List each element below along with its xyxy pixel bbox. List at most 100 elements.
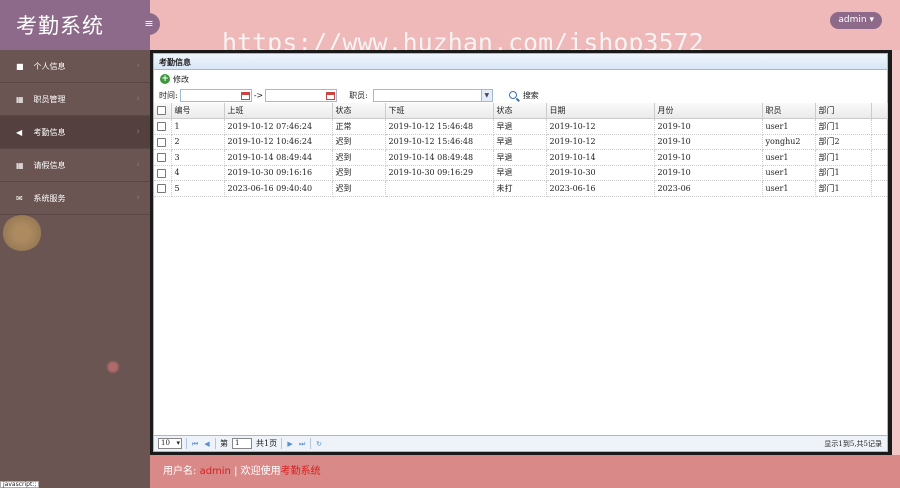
- chevron-right-icon: ›: [136, 160, 140, 170]
- grid-icon: ▦: [16, 95, 24, 104]
- table-cell: 2019-10-12 15:46:48: [385, 118, 494, 135]
- table-cell: 部门2: [815, 134, 872, 150]
- chevron-right-icon: ›: [136, 193, 140, 203]
- table-cell: 迟到: [332, 180, 386, 197]
- table-cell: 部门1: [815, 165, 872, 181]
- sidebar: ■ 个人信息 › ▦ 职员管理 › ◀ 考勤信息 › ▦ 请假信息 › ✉ 系统…: [0, 50, 150, 488]
- table-cell: 早退: [493, 118, 547, 135]
- page-prefix: 第: [220, 439, 228, 448]
- search-button[interactable]: 搜索: [508, 90, 539, 101]
- table-cell-filler: [871, 165, 887, 181]
- megaphone-icon: ◀: [16, 128, 23, 137]
- employee-select[interactable]: ▼: [372, 88, 493, 102]
- table-cell: 2019-10: [654, 165, 763, 181]
- table-cell-filler: [871, 149, 887, 166]
- end-date-input[interactable]: [265, 88, 338, 102]
- column-header[interactable]: 职员: [762, 103, 816, 119]
- row-checkbox[interactable]: [157, 153, 166, 162]
- table-cell: 早退: [493, 134, 547, 150]
- row-checkbox[interactable]: [157, 168, 166, 178]
- sidebar-item-system-service[interactable]: ✉ 系统服务 ›: [0, 182, 150, 215]
- sidebar-item-label: 请假信息: [33, 161, 66, 170]
- table-cell: 2019-10-12 07:46:24: [224, 118, 333, 135]
- sidebar-item-label: 职员管理: [33, 95, 66, 104]
- table-cell: 2019-10-30 09:16:29: [385, 165, 494, 181]
- table-row[interactable]: 2 2019-10-12 10:46:24 迟到 2019-10-12 15:46:4…: [154, 134, 887, 150]
- column-header[interactable]: 上班: [224, 103, 333, 119]
- decorative-flower: [2, 215, 42, 251]
- table-cell: 2019-10-12: [546, 134, 655, 150]
- chevron-down-icon[interactable]: ▼: [480, 89, 492, 101]
- edit-button[interactable]: + 修改: [160, 71, 189, 88]
- browser-status-bar: javascript:;: [0, 481, 40, 488]
- table-cell: 2023-06: [654, 180, 763, 197]
- table-cell: 部门1: [815, 149, 872, 166]
- column-header[interactable]: 状态: [493, 103, 547, 119]
- start-date-input[interactable]: [179, 88, 252, 102]
- sidebar-item-employee-management[interactable]: ▦ 职员管理 ›: [0, 83, 150, 116]
- calendar-icon[interactable]: [326, 91, 336, 100]
- column-header[interactable]: 日期: [546, 103, 655, 119]
- table-cell: 正常: [332, 118, 386, 135]
- table-cell: 2019-10: [654, 149, 763, 166]
- prev-page-icon[interactable]: ◀: [203, 440, 211, 448]
- row-checkbox[interactable]: [157, 184, 166, 193]
- last-page-icon[interactable]: ⏭: [298, 440, 306, 448]
- page-size-value: 10: [161, 439, 170, 447]
- row-checkbox-cell[interactable]: [154, 118, 172, 135]
- row-checkbox[interactable]: [157, 137, 166, 147]
- attendance-table: 编号 上班 状态 下班 状态 日期 月份 职员 部门 1 2019-10-12 0…: [154, 103, 888, 197]
- table-cell: [385, 180, 494, 197]
- column-header[interactable]: 月份: [654, 103, 763, 119]
- sidebar-item-personal-info[interactable]: ■ 个人信息 ›: [0, 50, 150, 83]
- menu-toggle-icon[interactable]: ≡: [138, 13, 160, 35]
- table-cell: 2019-10-14 08:49:48: [385, 149, 494, 166]
- time-label: 时间:: [159, 90, 178, 100]
- page-size-select[interactable]: 10 ▾: [158, 438, 182, 449]
- next-page-icon[interactable]: ▶: [286, 440, 294, 448]
- table-cell: user1: [762, 165, 816, 181]
- chevron-down-icon: ▾: [176, 439, 180, 447]
- user-menu-button[interactable]: admin ▾: [830, 12, 882, 29]
- row-checkbox-cell[interactable]: [154, 134, 172, 150]
- table-row[interactable]: 3 2019-10-14 08:49:44 迟到 2019-10-14 08:49:4…: [154, 149, 887, 166]
- grid-icon: ▦: [16, 161, 24, 170]
- column-header[interactable]: 状态: [332, 103, 386, 119]
- row-checkbox-cell[interactable]: [154, 149, 172, 166]
- table-cell: 2019-10-30 09:16:16: [224, 165, 333, 181]
- envelope-icon: ✉: [16, 194, 23, 203]
- table-cell: 迟到: [332, 134, 386, 150]
- first-page-icon[interactable]: ⏮: [191, 440, 199, 448]
- refresh-icon[interactable]: ↻: [315, 440, 323, 448]
- table-row[interactable]: 4 2019-10-30 09:16:16 迟到 2019-10-30 09:16:2…: [154, 165, 887, 181]
- table-cell: 早退: [493, 149, 547, 166]
- filter-bar: 时间: -> 职员: ▼ 搜索: [154, 87, 887, 103]
- plus-icon: +: [160, 74, 170, 84]
- column-header[interactable]: 编号: [171, 103, 225, 119]
- user-name: admin: [838, 15, 867, 25]
- calendar-icon[interactable]: [240, 91, 250, 100]
- row-checkbox-cell[interactable]: [154, 180, 172, 197]
- table-row[interactable]: 5 2023-06-16 09:40:40 迟到 未打 2023-06-16 2023-0…: [154, 180, 887, 197]
- table-row[interactable]: 1 2019-10-12 07:46:24 正常 2019-10-12 15:46:4…: [154, 118, 887, 135]
- table-cell: 1: [171, 118, 225, 135]
- range-arrow: ->: [253, 90, 264, 100]
- row-checkbox[interactable]: [157, 122, 166, 131]
- select-all-checkbox-cell[interactable]: [154, 103, 172, 119]
- table-cell: 2019-10-14 08:49:44: [224, 149, 333, 166]
- sidebar-item-attendance-info[interactable]: ◀ 考勤信息 ›: [0, 116, 150, 149]
- table-cell: 3: [171, 149, 225, 166]
- page-number-input[interactable]: 1: [232, 438, 252, 449]
- table-cell: 2019-10-12 15:46:48: [385, 134, 494, 150]
- table-cell: 2019-10-30: [546, 165, 655, 181]
- decorative-flower: [106, 360, 120, 374]
- row-checkbox-cell[interactable]: [154, 165, 172, 181]
- table-cell: 2019-10: [654, 118, 763, 135]
- chevron-right-icon: ›: [136, 127, 140, 137]
- table-cell: 早退: [493, 165, 547, 181]
- sidebar-item-leave-info[interactable]: ▦ 请假信息 ›: [0, 149, 150, 182]
- right-edge: [892, 50, 900, 455]
- select-all-checkbox[interactable]: [157, 106, 166, 116]
- column-header[interactable]: 下班: [385, 103, 494, 119]
- column-header[interactable]: 部门: [815, 103, 872, 119]
